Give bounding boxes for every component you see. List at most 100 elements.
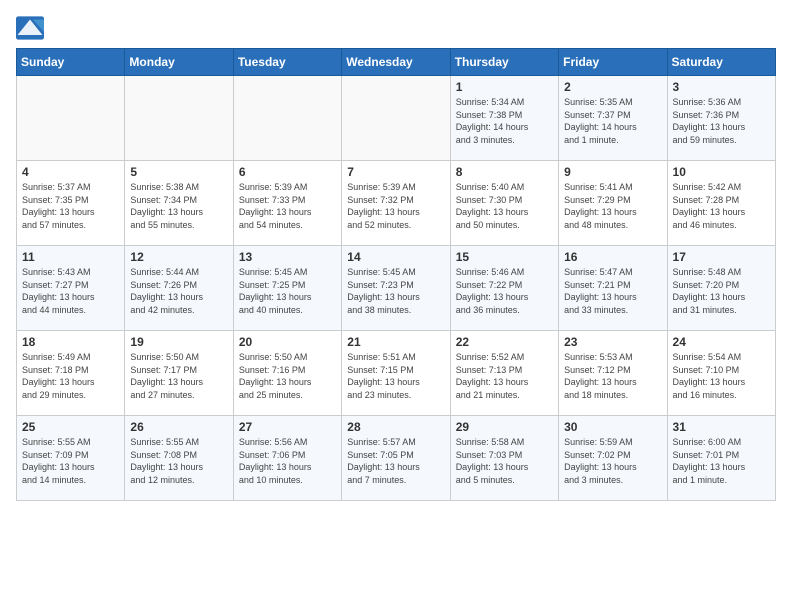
day-info: Sunrise: 5:40 AMSunset: 7:30 PMDaylight:… [456,181,553,231]
day-info: Sunrise: 5:55 AMSunset: 7:09 PMDaylight:… [22,436,119,486]
calendar-cell: 15 Sunrise: 5:46 AMSunset: 7:22 PMDayligh… [450,246,558,331]
day-info: Sunrise: 5:39 AMSunset: 7:33 PMDaylight:… [239,181,336,231]
day-number: 19 [130,335,227,349]
day-info: Sunrise: 5:41 AMSunset: 7:29 PMDaylight:… [564,181,661,231]
calendar-table: SundayMondayTuesdayWednesdayThursdayFrid… [16,48,776,501]
weekday-header-monday: Monday [125,49,233,76]
day-number: 6 [239,165,336,179]
day-info: Sunrise: 5:43 AMSunset: 7:27 PMDaylight:… [22,266,119,316]
calendar-cell: 31 Sunrise: 6:00 AMSunset: 7:01 PMDayligh… [667,416,775,501]
day-info: Sunrise: 5:34 AMSunset: 7:38 PMDaylight:… [456,96,553,146]
calendar-cell: 30 Sunrise: 5:59 AMSunset: 7:02 PMDayligh… [559,416,667,501]
weekday-header-wednesday: Wednesday [342,49,450,76]
day-number: 8 [456,165,553,179]
day-number: 21 [347,335,444,349]
day-info: Sunrise: 5:39 AMSunset: 7:32 PMDaylight:… [347,181,444,231]
weekday-header-tuesday: Tuesday [233,49,341,76]
day-info: Sunrise: 5:51 AMSunset: 7:15 PMDaylight:… [347,351,444,401]
calendar-week-row: 4Sunrise: 5:37 AMSunset: 7:35 PMDaylight… [17,161,776,246]
day-info: Sunrise: 5:48 AMSunset: 7:20 PMDaylight:… [673,266,770,316]
calendar-cell: 1 Sunrise: 5:34 AMSunset: 7:38 PMDaylight… [450,76,558,161]
day-info: Sunrise: 5:38 AMSunset: 7:34 PMDaylight:… [130,181,227,231]
day-number: 31 [673,420,770,434]
calendar-cell: 6 Sunrise: 5:39 AMSunset: 7:33 PMDaylight… [233,161,341,246]
day-info: Sunrise: 5:55 AMSunset: 7:08 PMDaylight:… [130,436,227,486]
day-info: Sunrise: 5:50 AMSunset: 7:16 PMDaylight:… [239,351,336,401]
day-info: Sunrise: 5:46 AMSunset: 7:22 PMDaylight:… [456,266,553,316]
calendar-week-row: 18 Sunrise: 5:49 AMSunset: 7:18 PMDayligh… [17,331,776,416]
calendar-cell: 7 Sunrise: 5:39 AMSunset: 7:32 PMDaylight… [342,161,450,246]
calendar-week-row: 11Sunrise: 5:43 AMSunset: 7:27 PMDayligh… [17,246,776,331]
day-number: 7 [347,165,444,179]
calendar-week-row: 1 Sunrise: 5:34 AMSunset: 7:38 PMDaylight… [17,76,776,161]
day-number: 18 [22,335,119,349]
calendar-cell: 4Sunrise: 5:37 AMSunset: 7:35 PMDaylight… [17,161,125,246]
day-info: Sunrise: 5:45 AMSunset: 7:25 PMDaylight:… [239,266,336,316]
calendar-cell: 23Sunrise: 5:53 AMSunset: 7:12 PMDayligh… [559,331,667,416]
day-info: Sunrise: 5:47 AMSunset: 7:21 PMDaylight:… [564,266,661,316]
calendar-cell: 25 Sunrise: 5:55 AMSunset: 7:09 PMDayligh… [17,416,125,501]
day-info: Sunrise: 5:54 AMSunset: 7:10 PMDaylight:… [673,351,770,401]
calendar-cell: 19 Sunrise: 5:50 AMSunset: 7:17 PMDayligh… [125,331,233,416]
day-number: 14 [347,250,444,264]
page-header [16,16,776,40]
day-number: 27 [239,420,336,434]
calendar-cell: 18 Sunrise: 5:49 AMSunset: 7:18 PMDayligh… [17,331,125,416]
day-info: Sunrise: 6:00 AMSunset: 7:01 PMDaylight:… [673,436,770,486]
calendar-cell: 8 Sunrise: 5:40 AMSunset: 7:30 PMDaylight… [450,161,558,246]
calendar-cell: 11Sunrise: 5:43 AMSunset: 7:27 PMDayligh… [17,246,125,331]
day-info: Sunrise: 5:36 AMSunset: 7:36 PMDaylight:… [673,96,770,146]
day-number: 4 [22,165,119,179]
day-number: 9 [564,165,661,179]
calendar-cell: 26 Sunrise: 5:55 AMSunset: 7:08 PMDayligh… [125,416,233,501]
weekday-header-friday: Friday [559,49,667,76]
calendar-cell: 3 Sunrise: 5:36 AMSunset: 7:36 PMDaylight… [667,76,775,161]
weekday-header-thursday: Thursday [450,49,558,76]
day-number: 16 [564,250,661,264]
calendar-cell: 21 Sunrise: 5:51 AMSunset: 7:15 PMDayligh… [342,331,450,416]
day-number: 12 [130,250,227,264]
day-info: Sunrise: 5:59 AMSunset: 7:02 PMDaylight:… [564,436,661,486]
calendar-cell [125,76,233,161]
calendar-cell [342,76,450,161]
day-number: 1 [456,80,553,94]
day-number: 24 [673,335,770,349]
logo [16,16,48,40]
logo-icon [16,16,44,40]
day-number: 22 [456,335,553,349]
calendar-cell: 17 Sunrise: 5:48 AMSunset: 7:20 PMDayligh… [667,246,775,331]
day-number: 26 [130,420,227,434]
calendar-cell: 14 Sunrise: 5:45 AMSunset: 7:23 PMDayligh… [342,246,450,331]
day-number: 20 [239,335,336,349]
calendar-cell: 28Sunrise: 5:57 AMSunset: 7:05 PMDayligh… [342,416,450,501]
calendar-cell: 5 Sunrise: 5:38 AMSunset: 7:34 PMDaylight… [125,161,233,246]
day-number: 17 [673,250,770,264]
day-info: Sunrise: 5:56 AMSunset: 7:06 PMDaylight:… [239,436,336,486]
weekday-header-sunday: Sunday [17,49,125,76]
day-info: Sunrise: 5:44 AMSunset: 7:26 PMDaylight:… [130,266,227,316]
calendar-cell: 16 Sunrise: 5:47 AMSunset: 7:21 PMDayligh… [559,246,667,331]
calendar-cell: 13 Sunrise: 5:45 AMSunset: 7:25 PMDayligh… [233,246,341,331]
day-number: 30 [564,420,661,434]
day-number: 13 [239,250,336,264]
calendar-cell [17,76,125,161]
day-info: Sunrise: 5:49 AMSunset: 7:18 PMDaylight:… [22,351,119,401]
calendar-cell: 27 Sunrise: 5:56 AMSunset: 7:06 PMDayligh… [233,416,341,501]
calendar-cell: 29Sunrise: 5:58 AMSunset: 7:03 PMDayligh… [450,416,558,501]
day-info: Sunrise: 5:50 AMSunset: 7:17 PMDaylight:… [130,351,227,401]
day-info: Sunrise: 5:35 AMSunset: 7:37 PMDaylight:… [564,96,661,146]
day-info: Sunrise: 5:42 AMSunset: 7:28 PMDaylight:… [673,181,770,231]
day-number: 10 [673,165,770,179]
weekday-header-row: SundayMondayTuesdayWednesdayThursdayFrid… [17,49,776,76]
calendar-cell: 10 Sunrise: 5:42 AMSunset: 7:28 PMDayligh… [667,161,775,246]
day-number: 29 [456,420,553,434]
calendar-cell: 22Sunrise: 5:52 AMSunset: 7:13 PMDayligh… [450,331,558,416]
day-number: 25 [22,420,119,434]
calendar-cell: 2Sunrise: 5:35 AMSunset: 7:37 PMDaylight… [559,76,667,161]
day-number: 15 [456,250,553,264]
day-number: 5 [130,165,227,179]
calendar-week-row: 25 Sunrise: 5:55 AMSunset: 7:09 PMDayligh… [17,416,776,501]
calendar-cell: 12 Sunrise: 5:44 AMSunset: 7:26 PMDayligh… [125,246,233,331]
day-info: Sunrise: 5:45 AMSunset: 7:23 PMDaylight:… [347,266,444,316]
day-number: 3 [673,80,770,94]
